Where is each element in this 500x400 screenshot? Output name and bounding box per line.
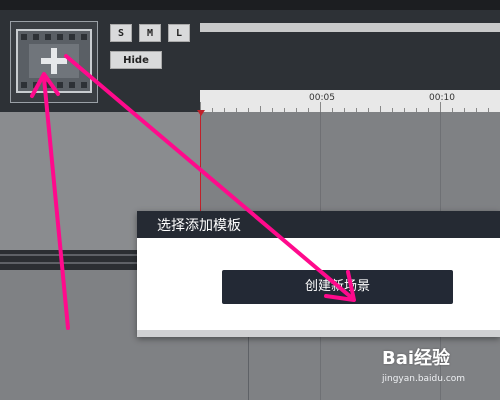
create-scene-button[interactable]: 创建新场景 (222, 270, 453, 304)
top-scroll-track[interactable] (200, 23, 500, 32)
watermark-url: jingyan.baidu.com (382, 374, 466, 384)
ruler-label-0005: 00:05 (309, 93, 335, 103)
playhead-marker[interactable] (197, 110, 205, 116)
ruler-tick (320, 102, 321, 112)
baidu-watermark: Bai经验 jingyan.baidu.com (382, 344, 492, 396)
ruler-tick (440, 102, 441, 112)
size-m-button[interactable]: M (139, 24, 161, 42)
ruler-label-0010: 00:10 (429, 93, 455, 103)
size-l-button[interactable]: L (168, 24, 190, 42)
grid-line (248, 337, 249, 400)
film-plus-icon (16, 29, 92, 93)
add-scene-button[interactable] (10, 21, 98, 103)
template-dialog: 选择添加模板 创建新场景 (137, 211, 500, 337)
dialog-header: 选择添加模板 (137, 211, 500, 238)
track-divider (0, 250, 140, 270)
divider-line (0, 254, 140, 256)
divider-line (0, 262, 140, 264)
watermark-brand: Bai经验 (382, 348, 451, 369)
hide-button[interactable]: Hide (110, 51, 162, 69)
size-s-button[interactable]: S (110, 24, 132, 42)
dialog-footer-bar (137, 330, 500, 337)
timeline-ruler[interactable]: 00:05 00:10 (200, 90, 500, 112)
dialog-title: 选择添加模板 (157, 218, 241, 234)
